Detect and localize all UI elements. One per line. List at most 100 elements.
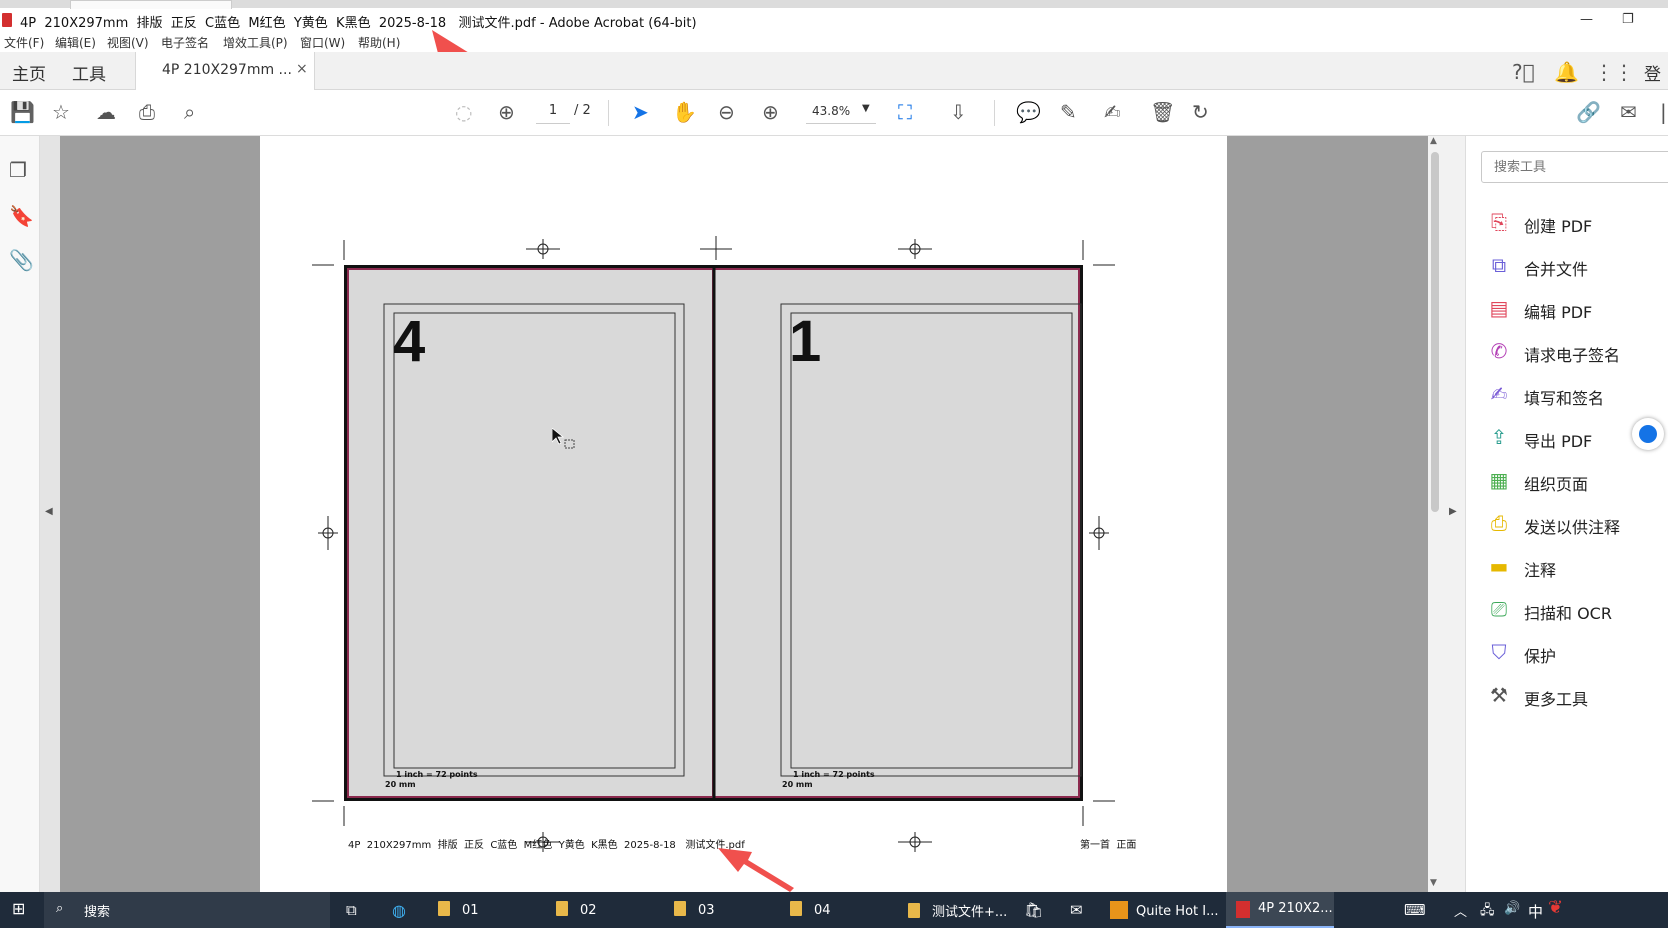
edge-browser-icon[interactable]: ◍ xyxy=(392,901,406,920)
tab-bar: 主页 工具 4P 210X297mm ... × ?⃝ 🔔 ⋮⋮ 登录 xyxy=(0,52,1668,110)
tab-tools[interactable]: 工具 xyxy=(72,60,106,85)
tool-label: 保护 xyxy=(1524,647,1557,666)
tool-label: 注释 xyxy=(1524,561,1557,580)
share-link-icon[interactable]: 🔗 xyxy=(1576,101,1601,123)
pdf-icon xyxy=(1236,901,1250,918)
tool-organize-pages[interactable]: ▦ 组织页面 xyxy=(1488,466,1668,496)
collapse-right-icon[interactable]: ▶ xyxy=(1449,506,1457,517)
expand-left-icon[interactable]: ◀ xyxy=(45,506,53,517)
taskbar-quite-hot[interactable]: Quite Hot I... xyxy=(1110,901,1219,919)
tool-label: 编辑 PDF xyxy=(1524,303,1593,322)
search-zoom-icon[interactable]: ⌕ xyxy=(184,101,195,123)
minimize-button[interactable]: — xyxy=(1580,12,1593,27)
comment-icon: ▬ xyxy=(1489,554,1509,578)
acrobat-app-icon xyxy=(2,13,12,27)
upload-cloud-icon[interactable]: ☁ xyxy=(96,101,116,123)
tab-home[interactable]: 主页 xyxy=(12,60,46,85)
taskbar-item-label: 02 xyxy=(580,903,597,918)
email-icon[interactable]: ✉ xyxy=(1620,101,1637,123)
task-view-icon[interactable]: ⧉ xyxy=(346,901,357,919)
bookmark-star-icon[interactable]: ☆ xyxy=(52,101,70,123)
bookmarks-icon[interactable]: 🔖 xyxy=(9,204,34,228)
comment-icon[interactable]: 💬 xyxy=(1016,101,1041,123)
tool-edit-pdf[interactable]: ▤ 编辑 PDF xyxy=(1488,294,1668,324)
zoom-in-icon[interactable]: ⊕ xyxy=(762,101,779,123)
network-icon[interactable]: 🖧 xyxy=(1480,901,1495,923)
rotate-icon[interactable]: ↻ xyxy=(1192,101,1209,123)
taskbar-search-box[interactable]: ⌕ 搜索 xyxy=(44,892,330,928)
annotation-arrow-bottom xyxy=(718,848,794,892)
scrollbar-thumb[interactable] xyxy=(1431,152,1439,512)
volume-icon[interactable]: 🔊 xyxy=(1504,901,1520,916)
browser-tab-strip xyxy=(70,0,232,9)
tab-document[interactable]: 4P 210X297mm ... × xyxy=(135,52,315,90)
export-pdf-icon: ⇪ xyxy=(1490,425,1508,449)
folder-icon xyxy=(556,901,568,916)
delete-trash-icon[interactable]: 🗑 xyxy=(1150,101,1175,123)
keyboard-icon[interactable]: ⌨ xyxy=(1404,901,1426,919)
hand-tool-icon[interactable]: ✋ xyxy=(672,101,697,123)
page-number-input[interactable]: 1 xyxy=(536,100,570,124)
taskbar-folder-04[interactable]: 04 xyxy=(790,901,831,918)
assistant-icon xyxy=(1639,425,1657,443)
select-pointer-icon[interactable]: ➤ xyxy=(632,101,649,123)
sign-icon[interactable]: ✍ xyxy=(1104,101,1121,123)
windows-taskbar: ⊞ ⌕ 搜索 ⧉ ◍ 01 02 03 04 测试文件+... 🛍 ✉ Quit… xyxy=(0,892,1668,928)
tool-fill-sign[interactable]: ✍ 填写和签名 xyxy=(1488,380,1668,410)
more-edge-icon[interactable]: | xyxy=(1660,101,1667,123)
menu-bar: 文件(F) 编辑(E) 视图(V) 电子签名 增效工具(P) 窗口(W) 帮助(… xyxy=(0,30,1668,52)
help-icon[interactable]: ?⃝ xyxy=(1512,60,1535,84)
print-icon[interactable]: ⎙ xyxy=(139,101,155,123)
pages-thumbnail-icon[interactable]: ❐ xyxy=(9,158,27,182)
previous-page-icon[interactable]: ◌ xyxy=(455,101,472,123)
tool-send-for-comment[interactable]: ⎙ 发送以供注释 xyxy=(1488,509,1668,539)
tool-combine-files[interactable]: ⧉ 合并文件 xyxy=(1488,251,1668,281)
zoom-out-icon[interactable]: ⊖ xyxy=(718,101,735,123)
scroll-up-icon[interactable]: ▲ xyxy=(1430,136,1437,146)
menu-window[interactable]: 窗口(W) xyxy=(300,34,345,51)
scroll-mode-icon[interactable]: ⇩ xyxy=(950,101,967,123)
attachment-icon[interactable]: 📎 xyxy=(9,248,34,272)
assistant-floating-button[interactable] xyxy=(1632,418,1664,450)
save-icon[interactable]: 💾 xyxy=(10,101,35,123)
store-icon[interactable]: 🛍 xyxy=(1024,901,1043,919)
mail-icon[interactable]: ✉ xyxy=(1070,901,1083,919)
scroll-down-icon[interactable]: ▼ xyxy=(1430,878,1437,888)
highlight-pen-icon[interactable]: ✎ xyxy=(1060,101,1077,123)
windows-start-icon[interactable]: ⊞ xyxy=(12,899,25,918)
close-tab-icon[interactable]: × xyxy=(296,61,308,77)
tool-protect[interactable]: ⛉ 保护 xyxy=(1488,638,1668,668)
tool-comment[interactable]: ▬ 注释 xyxy=(1488,552,1668,582)
vertical-scrollbar[interactable]: ▲ ▼ xyxy=(1428,136,1442,892)
menu-view[interactable]: 视图(V) xyxy=(107,34,149,51)
search-tools-input[interactable] xyxy=(1481,151,1668,183)
tool-more-tools[interactable]: ⚒ 更多工具 xyxy=(1488,681,1668,711)
right-panel-collapse[interactable]: ▶ xyxy=(1442,136,1466,892)
next-page-icon[interactable]: ⊕ xyxy=(498,101,515,123)
zoom-select[interactable]: 43.8% ▼ xyxy=(806,100,876,124)
scale-note-right: 1 inch = 72 points xyxy=(793,770,875,779)
menu-help[interactable]: 帮助(H) xyxy=(358,34,400,51)
tool-scan-ocr[interactable]: ⎚ 扫描和 OCR xyxy=(1488,595,1668,625)
notification-bell-icon[interactable]: 🔔 xyxy=(1554,60,1579,84)
taskbar-folder-03[interactable]: 03 xyxy=(674,901,715,918)
menu-plugins[interactable]: 增效工具(P) xyxy=(223,34,288,51)
taskbar-folder-test[interactable]: 测试文件+... xyxy=(908,901,1007,920)
left-panel-collapse[interactable]: ◀ xyxy=(40,136,60,892)
apps-grid-icon[interactable]: ⋮⋮ xyxy=(1594,60,1634,84)
tool-label: 填写和签名 xyxy=(1524,389,1605,408)
taskbar-acrobat[interactable]: 4P 210X2... xyxy=(1226,892,1334,928)
menu-file[interactable]: 文件(F) xyxy=(4,34,44,51)
fit-page-icon[interactable]: ⛶ xyxy=(898,101,912,123)
tool-create-pdf[interactable]: ⎘ 创建 PDF xyxy=(1488,208,1668,238)
menu-edit[interactable]: 编辑(E) xyxy=(55,34,96,51)
restore-button[interactable]: ❐ xyxy=(1622,12,1634,27)
acrobat-taskbar-icon xyxy=(1236,901,1250,918)
tool-request-signature[interactable]: ✆ 请求电子签名 xyxy=(1488,337,1668,367)
menu-esign[interactable]: 电子签名 xyxy=(161,34,209,51)
taskbar-folder-02[interactable]: 02 xyxy=(556,901,597,918)
tool-label: 合并文件 xyxy=(1524,260,1589,279)
taskbar-folder-01[interactable]: 01 xyxy=(438,901,479,918)
ime-indicator[interactable]: 中 xyxy=(1528,901,1543,922)
show-hidden-icons[interactable]: ︿ xyxy=(1454,901,1467,920)
